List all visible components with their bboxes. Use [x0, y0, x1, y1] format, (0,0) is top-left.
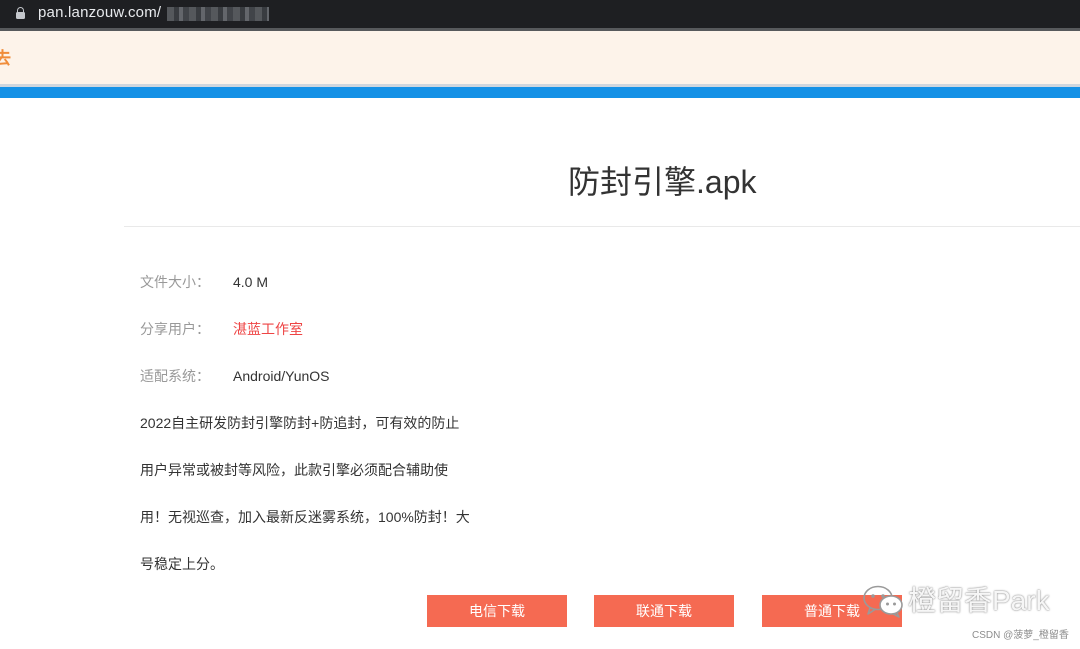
url-redacted [167, 7, 269, 21]
platform-label: 适配系统： [140, 368, 210, 384]
uploader-row: 分享用户： 湛蓝工作室 [140, 319, 303, 339]
title-divider [124, 226, 1080, 227]
uploader-link[interactable]: 湛蓝工作室 [233, 321, 303, 337]
browser-address-bar: pan.lanzouw.com/ [0, 0, 1080, 28]
description-line: 用户异常或被封等风险，此款引擎必须配合辅助使 [140, 462, 448, 478]
watermark-text: 橙留香Park [908, 585, 1050, 616]
unicom-download-button[interactable]: 联通下载 [594, 595, 734, 627]
notice-banner: 去 [0, 28, 1080, 84]
uploader-label: 分享用户： [140, 321, 210, 337]
notice-partial-text: 去 [0, 49, 11, 68]
watermark-csdn: CSDN @菠萝_橙留香 [972, 630, 1069, 641]
lock-icon[interactable] [16, 7, 25, 20]
file-size-row: 文件大小： 4.0 M [140, 272, 268, 292]
file-size-label: 文件大小： [140, 274, 210, 290]
file-size-value: 4.0 M [233, 274, 269, 290]
telecom-download-button[interactable]: 电信下载 [427, 595, 567, 627]
description-line: 2022自主研发防封引擎防封+防追封，可有效的防止 [140, 415, 460, 431]
description-line: 号稳定上分。 [140, 556, 224, 572]
url-text[interactable]: pan.lanzouw.com/ [38, 4, 161, 22]
wechat-icon [863, 585, 903, 618]
page-title: 防封引擎.apk [568, 164, 757, 200]
platform-row: 适配系统： Android/YunOS [140, 366, 330, 386]
description-line: 用！无视巡查，加入最新反迷雾系统，100%防封！大 [140, 509, 470, 525]
header-accent-bar [0, 87, 1080, 98]
platform-value: Android/YunOS [233, 368, 330, 384]
